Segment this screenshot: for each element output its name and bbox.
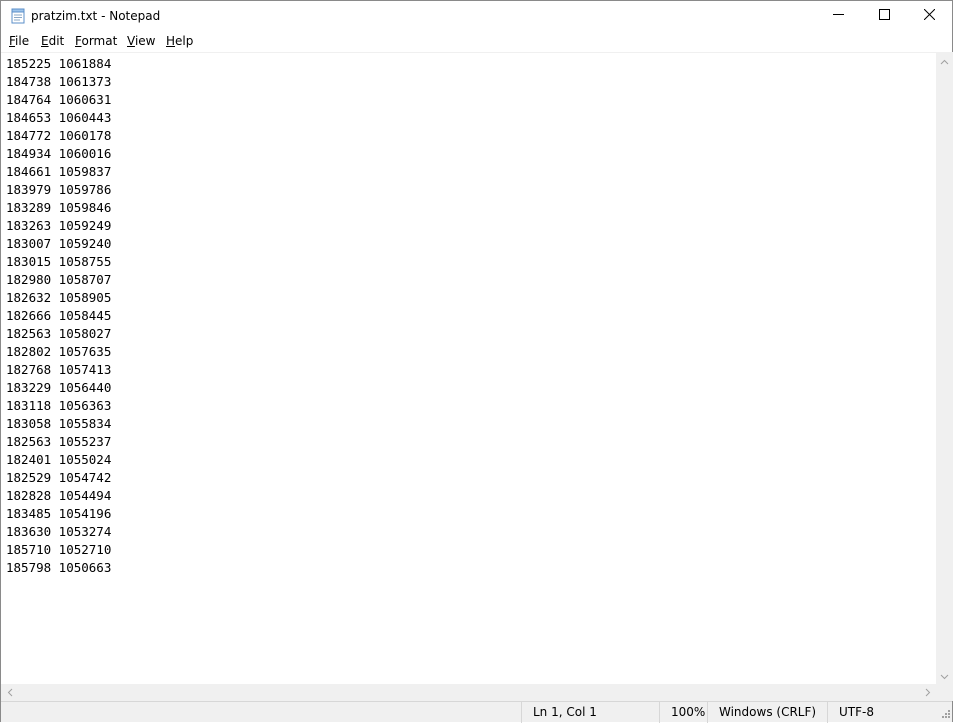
text-line: 182802 1057635: [6, 344, 112, 359]
text-line: 185225 1061884: [6, 56, 112, 71]
text-line: 183263 1059249: [6, 218, 112, 233]
menu-edit-label: dit: [48, 34, 65, 48]
menu-help-label: elp: [175, 34, 194, 48]
menu-file[interactable]: File: [9, 34, 29, 48]
text-line: 184772 1060178: [6, 128, 112, 143]
scrollbar-corner: [936, 684, 953, 701]
text-line: 182768 1057413: [6, 362, 112, 377]
text-line: 184738 1061373: [6, 74, 112, 89]
text-line: 182666 1058445: [6, 308, 112, 323]
chevron-right-icon: [925, 686, 931, 700]
text-line: 183015 1058755: [6, 254, 112, 269]
vertical-scrollbar[interactable]: [936, 52, 953, 684]
status-zoom: 100%: [659, 702, 708, 723]
menu-view-mnemonic: V: [127, 34, 135, 48]
resize-grip-icon[interactable]: [939, 709, 951, 721]
notepad-window: pratzim.txt - Notepad File Edit Format V…: [0, 0, 953, 723]
document-text[interactable]: 185225 1061884 184738 1061373 184764 10606…: [6, 55, 111, 577]
text-line: 185798 1050663: [6, 560, 112, 575]
status-position: Ln 1, Col 1: [521, 702, 660, 723]
menu-format[interactable]: Format: [75, 34, 117, 48]
text-line: 183289 1059846: [6, 200, 112, 215]
text-line: 184661 1059837: [6, 164, 112, 179]
text-line: 184653 1060443: [6, 110, 112, 125]
text-line: 185710 1052710: [6, 542, 112, 557]
minimize-icon: [832, 9, 844, 23]
menu-help-mnemonic: H: [166, 34, 176, 48]
notepad-icon: [11, 8, 25, 24]
scroll-right-button[interactable]: [919, 684, 936, 701]
text-line: 183485 1054196: [6, 506, 112, 521]
scroll-down-button[interactable]: [936, 667, 953, 684]
chevron-left-icon: [7, 686, 13, 700]
text-line: 182828 1054494: [6, 488, 112, 503]
chevron-down-icon: [940, 669, 949, 683]
status-encoding: UTF-8: [827, 702, 937, 723]
window-title: pratzim.txt - Notepad: [31, 9, 161, 23]
minimize-button[interactable]: [815, 1, 861, 31]
scroll-left-button[interactable]: [1, 684, 18, 701]
status-line-ending: Windows (CRLF): [707, 702, 828, 723]
scroll-up-button[interactable]: [936, 52, 953, 69]
menu-format-label: ormat: [81, 34, 118, 48]
text-editor[interactable]: 185225 1061884 184738 1061373 184764 10606…: [1, 52, 936, 684]
text-line: 184934 1060016: [6, 146, 112, 161]
text-line: 183979 1059786: [6, 182, 112, 197]
text-line: 182401 1055024: [6, 452, 112, 467]
chevron-up-icon: [940, 54, 949, 68]
text-line: 183630 1053274: [6, 524, 112, 539]
text-line: 183058 1055834: [6, 416, 112, 431]
text-line: 182563 1055237: [6, 434, 112, 449]
menu-view-label: iew: [134, 34, 156, 48]
text-line: 182529 1054742: [6, 470, 112, 485]
status-bar: Ln 1, Col 1 100% Windows (CRLF) UTF-8: [1, 701, 952, 723]
maximize-icon: [878, 9, 890, 23]
text-line: 182563 1058027: [6, 326, 112, 341]
close-button[interactable]: [906, 1, 952, 31]
menu-edit[interactable]: Edit: [41, 34, 64, 48]
text-line: 182632 1058905: [6, 290, 112, 305]
menu-bar: File Edit Format View Help: [1, 32, 952, 52]
maximize-button[interactable]: [861, 1, 907, 31]
horizontal-scrollbar[interactable]: [1, 684, 936, 701]
text-line: 184764 1060631: [6, 92, 112, 107]
close-icon: [923, 8, 935, 23]
text-line: 183118 1056363: [6, 398, 112, 413]
text-line: 182980 1058707: [6, 272, 112, 287]
menu-file-label: ile: [15, 34, 30, 48]
text-line: 183229 1056440: [6, 380, 112, 395]
text-line: 183007 1059240: [6, 236, 112, 251]
menu-edit-mnemonic: E: [41, 34, 49, 48]
menu-view[interactable]: View: [127, 34, 155, 48]
menu-help[interactable]: Help: [166, 34, 193, 48]
title-bar[interactable]: pratzim.txt - Notepad: [1, 1, 952, 32]
